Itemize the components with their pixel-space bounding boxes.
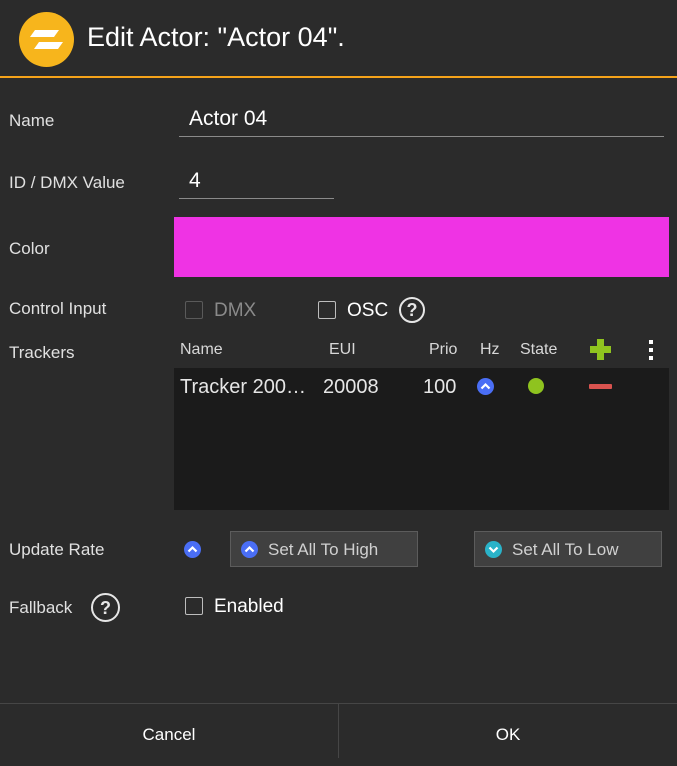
zone-logo-icon <box>19 12 74 67</box>
more-options-icon[interactable] <box>648 340 654 360</box>
dialog-header: Edit Actor: "Actor 04". <box>0 0 677 78</box>
dialog-title: Edit Actor: "Actor 04". <box>87 22 345 52</box>
control-input-label: Control Input <box>9 299 107 318</box>
arrow-down-icon <box>485 541 502 558</box>
tracker-name-cell[interactable]: Tracker 200… <box>180 376 306 399</box>
fallback-enabled-checkbox[interactable] <box>185 597 203 615</box>
column-header-name[interactable]: Name <box>180 341 223 359</box>
tracker-eui-cell: 20008 <box>323 376 379 398</box>
tracker-hz-high-icon[interactable] <box>477 378 494 395</box>
osc-checkbox-label: OSC <box>347 300 389 321</box>
name-input[interactable] <box>179 105 664 137</box>
name-label: Name <box>9 111 55 130</box>
column-header-eui[interactable]: EUI <box>329 341 356 359</box>
cancel-button[interactable]: Cancel <box>0 704 338 758</box>
update-rate-label: Update Rate <box>9 540 105 559</box>
set-all-high-label: Set All To High <box>268 540 379 559</box>
remove-tracker-icon[interactable] <box>589 384 612 389</box>
set-all-low-button[interactable]: Set All To Low <box>474 531 662 567</box>
arrow-up-icon <box>241 541 258 558</box>
tracker-state-indicator <box>528 378 544 394</box>
dialog-footer: Cancel OK <box>0 703 677 758</box>
fallback-enabled-label: Enabled <box>214 596 284 617</box>
ok-button[interactable]: OK <box>339 704 677 758</box>
control-input-help-icon[interactable]: ? <box>399 297 425 323</box>
osc-checkbox[interactable] <box>318 301 336 319</box>
dmx-checkbox-label: DMX <box>214 300 257 321</box>
add-tracker-icon[interactable] <box>590 339 611 360</box>
set-all-low-label: Set All To Low <box>512 540 619 559</box>
id-dmx-input[interactable] <box>179 167 334 199</box>
column-header-state[interactable]: State <box>520 341 557 359</box>
update-rate-high-icon[interactable] <box>184 541 201 558</box>
color-picker-swatch[interactable] <box>174 217 669 277</box>
set-all-high-button[interactable]: Set All To High <box>230 531 418 567</box>
color-label: Color <box>9 239 50 258</box>
fallback-help-icon[interactable]: ? <box>91 593 120 622</box>
trackers-label: Trackers <box>9 343 75 362</box>
id-dmx-label: ID / DMX Value <box>9 173 125 192</box>
column-header-prio[interactable]: Prio <box>429 341 457 359</box>
fallback-label: Fallback <box>9 598 73 617</box>
tracker-prio-cell[interactable]: 100 <box>423 376 456 399</box>
column-header-hz[interactable]: Hz <box>480 341 500 359</box>
dmx-checkbox[interactable] <box>185 301 203 319</box>
